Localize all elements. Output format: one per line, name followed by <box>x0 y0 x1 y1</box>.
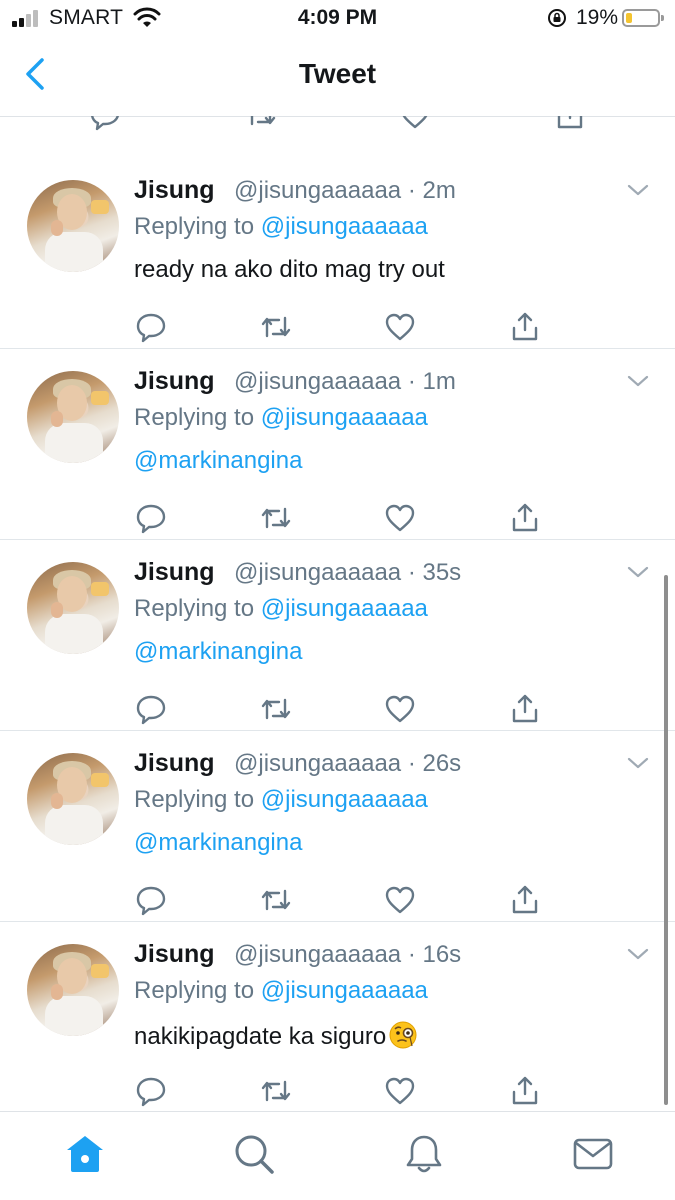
replying-to-prefix: Replying to <box>134 404 261 431</box>
face-with-monocle-icon <box>389 1021 417 1049</box>
page-title: Tweet <box>298 58 377 89</box>
heart-icon[interactable] <box>398 116 432 132</box>
tweet-thread-screen: SMART 4:09 PM 19% Tweet Jisung @jisungaa… <box>0 0 675 1200</box>
tweet-item[interactable]: Jisung @jisungaaaaaa · 35s Replying to @ji… <box>0 540 675 731</box>
replying-to-line: Replying to @jisungaaaaaa <box>134 786 428 814</box>
replying-to-prefix: Replying to <box>134 595 261 622</box>
rotation-lock-icon <box>548 9 566 27</box>
tweet-text: ready na ako dito mag try out <box>134 256 445 284</box>
avatar[interactable] <box>27 944 119 1036</box>
share-icon[interactable] <box>508 692 542 726</box>
replying-to-line: Replying to @jisungaaaaaa <box>134 977 428 1005</box>
tweet-text-content: ready na ako dito mag try out <box>134 256 445 283</box>
envelope-icon[interactable] <box>571 1132 615 1176</box>
author-name[interactable]: Jisung <box>134 367 215 396</box>
retweet-icon[interactable] <box>259 692 293 726</box>
share-icon[interactable] <box>508 501 542 535</box>
author-handle-time: @jisungaaaaaa · 26s <box>234 750 462 777</box>
tweet-text-content: @markinangina <box>134 829 303 856</box>
chevron-down-icon[interactable] <box>626 946 650 962</box>
avatar[interactable] <box>27 753 119 845</box>
chevron-down-icon[interactable] <box>626 182 650 198</box>
author-name[interactable]: Jisung <box>134 940 215 969</box>
heart-icon[interactable] <box>383 692 417 726</box>
avatar[interactable] <box>27 562 119 654</box>
author-handle-time: @jisungaaaaaa · 1m <box>234 368 456 395</box>
tweet-text[interactable]: @markinangina <box>134 829 302 857</box>
replying-to-link[interactable]: @jisungaaaaaa <box>261 786 428 813</box>
home-icon[interactable] <box>63 1132 107 1176</box>
avatar[interactable] <box>27 371 119 463</box>
retweet-icon[interactable] <box>259 310 293 344</box>
tweet-item[interactable]: Jisung @jisungaaaaaa · 1m Replying to @jis… <box>0 349 675 540</box>
bottom-tab-bar <box>0 1111 675 1200</box>
reply-bubble-icon[interactable] <box>134 692 168 726</box>
heart-icon[interactable] <box>383 883 417 917</box>
retweet-icon[interactable] <box>244 116 278 132</box>
chevron-down-icon[interactable] <box>626 755 650 771</box>
replying-to-prefix: Replying to <box>134 213 261 240</box>
author-name[interactable]: Jisung <box>134 749 215 778</box>
tweet-text: nakikipagdate ka siguro <box>134 1020 418 1051</box>
replying-to-prefix: Replying to <box>134 786 261 813</box>
tweet-text[interactable]: @markinangina <box>134 638 302 666</box>
battery-icon <box>622 9 664 27</box>
bell-icon[interactable] <box>402 1132 446 1176</box>
retweet-icon[interactable] <box>259 883 293 917</box>
share-icon[interactable] <box>508 310 542 344</box>
tweet-item[interactable]: Jisung @jisungaaaaaa · 2m Replying to @jis… <box>0 158 675 349</box>
reply-bubble-icon[interactable] <box>134 883 168 917</box>
reply-bubble-icon[interactable] <box>134 1074 168 1108</box>
author-handle-time: @jisungaaaaaa · 35s <box>234 559 462 586</box>
share-icon[interactable] <box>508 1074 542 1108</box>
share-icon[interactable] <box>553 116 587 132</box>
reply-bubble-icon[interactable] <box>134 501 168 535</box>
author-handle-time: @jisungaaaaaa · 2m <box>234 177 456 204</box>
nav-header: Tweet <box>0 38 675 117</box>
replying-to-line: Replying to @jisungaaaaaa <box>134 404 428 432</box>
replying-to-link[interactable]: @jisungaaaaaa <box>261 595 428 622</box>
heart-icon[interactable] <box>383 1074 417 1108</box>
tweet-text-content: nakikipagdate ka siguro <box>134 1023 387 1050</box>
status-time: 4:09 PM <box>297 6 378 29</box>
search-icon[interactable] <box>232 1132 276 1176</box>
author-handle-time: @jisungaaaaaa · 16s <box>234 941 462 968</box>
chevron-down-icon[interactable] <box>626 373 650 389</box>
replying-to-link[interactable]: @jisungaaaaaa <box>261 977 428 1004</box>
share-icon[interactable] <box>508 883 542 917</box>
previous-tweet-actions <box>0 116 675 159</box>
tweet-text-content: @markinangina <box>134 638 303 665</box>
scrollbar[interactable] <box>664 575 668 1105</box>
author-name[interactable]: Jisung <box>134 558 215 587</box>
tweet-item[interactable]: Jisung @jisungaaaaaa · 26s Replying to @ji… <box>0 731 675 922</box>
tweet-text[interactable]: @markinangina <box>134 447 302 475</box>
avatar[interactable] <box>27 180 119 272</box>
battery-percentage: 19% <box>576 6 619 29</box>
author-name[interactable]: Jisung <box>134 176 215 205</box>
chevron-down-icon[interactable] <box>626 564 650 580</box>
reply-bubble-icon[interactable] <box>88 116 122 132</box>
replying-to-prefix: Replying to <box>134 977 261 1004</box>
reply-bubble-icon[interactable] <box>134 310 168 344</box>
replying-to-line: Replying to @jisungaaaaaa <box>134 213 428 241</box>
replying-to-line: Replying to @jisungaaaaaa <box>134 595 428 623</box>
replying-to-link[interactable]: @jisungaaaaaa <box>261 213 428 240</box>
heart-icon[interactable] <box>383 501 417 535</box>
retweet-icon[interactable] <box>259 501 293 535</box>
tweet-item[interactable]: Jisung @jisungaaaaaa · 16s Replying to @ji… <box>0 922 675 1113</box>
replying-to-link[interactable]: @jisungaaaaaa <box>261 404 428 431</box>
heart-icon[interactable] <box>383 310 417 344</box>
tweet-text-content: @markinangina <box>134 447 303 474</box>
retweet-icon[interactable] <box>259 1074 293 1108</box>
status-bar: SMART 4:09 PM 19% <box>0 0 675 38</box>
